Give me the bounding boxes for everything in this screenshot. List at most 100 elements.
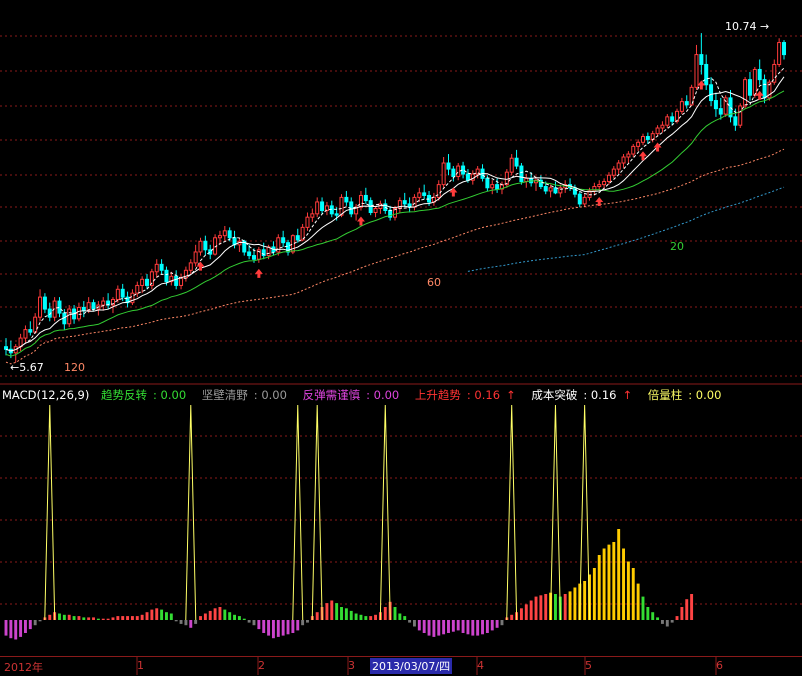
candle-up	[558, 187, 563, 194]
candle-up	[597, 184, 602, 188]
candle-up	[679, 101, 684, 112]
ma120-line	[467, 186, 785, 272]
up-arrow-icon	[254, 268, 263, 278]
candle-up	[602, 180, 607, 186]
candle-up	[752, 68, 757, 96]
axis-label-month-4: 4	[477, 659, 484, 672]
candle-down	[334, 213, 339, 216]
legend-item-uptrend: 上升趋势: 0.16 ↑	[414, 388, 516, 402]
candle-up	[616, 162, 621, 170]
ma60-line	[5, 148, 785, 365]
legend-item-rebound-caution: 反弹需谨慎: 0.00	[302, 388, 400, 402]
signal-spike	[506, 404, 518, 621]
candle-down	[519, 165, 524, 182]
candle-down	[465, 173, 470, 181]
legend-item-fortify: 坚壁清野: 0.00	[201, 388, 287, 402]
candle-up	[188, 262, 193, 271]
candle-down	[402, 200, 407, 205]
high-price-label: 10.74 →	[725, 20, 770, 33]
axis-label-month-5: 5	[585, 659, 592, 672]
ma20-label: 20	[670, 240, 684, 253]
candle-up	[179, 277, 184, 286]
candle-up	[738, 105, 743, 126]
candle-up	[548, 187, 553, 192]
indicator-legend: MACD(12,26,9) 趋势反转: 0.00 坚壁清野: 0.00 反弹需谨…	[2, 386, 733, 404]
signal-spike	[311, 404, 323, 621]
ma120-label: 120	[64, 361, 85, 374]
candle-up	[38, 296, 43, 318]
candle-down	[713, 100, 718, 110]
candle-down	[485, 177, 490, 189]
ma60-label: 60	[427, 276, 441, 289]
candle-up	[640, 136, 645, 143]
candle-down	[538, 179, 543, 188]
candle-down	[422, 192, 427, 196]
candle-up	[23, 329, 28, 339]
candle-down	[247, 251, 252, 257]
candle-up	[33, 316, 38, 333]
candle-down	[762, 79, 767, 99]
axis-label-month-6: 6	[716, 659, 723, 672]
signal-spike	[185, 404, 197, 621]
candle-up	[154, 263, 159, 273]
candle-up	[660, 124, 665, 129]
selected-date: 2013/03/07/四	[370, 658, 453, 674]
high-price-value: 10.74	[725, 20, 757, 33]
candle-up	[456, 165, 461, 177]
left-arrow-icon: ←	[10, 361, 20, 374]
up-arrow-icon: ↑	[622, 388, 633, 402]
candle-down	[344, 196, 349, 203]
candle-up	[441, 162, 446, 186]
candle-down	[684, 101, 689, 106]
candle-up	[315, 201, 320, 215]
candle-up	[193, 251, 198, 264]
candle-up	[339, 196, 344, 216]
candle-down	[704, 63, 709, 86]
candle-down	[543, 186, 548, 192]
candle-down	[120, 288, 125, 298]
axis-label-month-3: 3	[348, 659, 355, 672]
candle-down	[733, 116, 738, 126]
axis-label-month-2: 2	[258, 659, 265, 672]
candle-down	[577, 193, 582, 205]
candle-up	[140, 278, 145, 286]
candle-up	[636, 141, 641, 147]
candle-up	[76, 306, 81, 320]
candle-down	[227, 230, 232, 239]
signal-spike	[44, 404, 56, 621]
time-axis[interactable]: 2012年 1 2 3 2013/03/07/四 4 5 6	[0, 656, 802, 676]
candle-down	[28, 329, 33, 333]
candle-up	[582, 196, 587, 205]
candle-up	[631, 145, 636, 155]
candle-up	[504, 171, 509, 186]
axis-label-month-1: 1	[137, 659, 144, 672]
legend-item-cost-breakout: 成本突破: 0.16 ↑	[531, 388, 633, 402]
candle-down	[281, 237, 286, 244]
candle-up	[655, 127, 660, 135]
up-arrow-icon	[356, 216, 365, 226]
candle-up	[358, 194, 363, 208]
candle-down	[3, 346, 9, 350]
candle-up	[135, 284, 140, 294]
candle-up	[222, 230, 227, 237]
signal-spikes	[44, 404, 591, 621]
candle-up	[324, 205, 329, 212]
candle-up	[524, 177, 529, 182]
candle-up	[305, 216, 310, 228]
candle-up	[373, 208, 378, 213]
candle-up	[665, 116, 670, 126]
candle-down	[709, 84, 714, 102]
up-arrow-icon: ↑	[506, 388, 516, 402]
candle-up	[743, 79, 748, 107]
candle-up	[198, 240, 203, 253]
candle-down	[451, 168, 456, 177]
axis-label-year: 2012年	[4, 661, 43, 674]
legend-item-double-volume: 倍量柱: 0.00	[647, 388, 722, 402]
candle-up	[777, 42, 782, 65]
candle-up	[217, 235, 222, 239]
candle-down	[781, 42, 787, 56]
candle-down	[699, 54, 704, 65]
candle-down	[757, 68, 762, 81]
price-grid	[0, 35, 802, 675]
stock-chart[interactable]	[0, 0, 802, 675]
